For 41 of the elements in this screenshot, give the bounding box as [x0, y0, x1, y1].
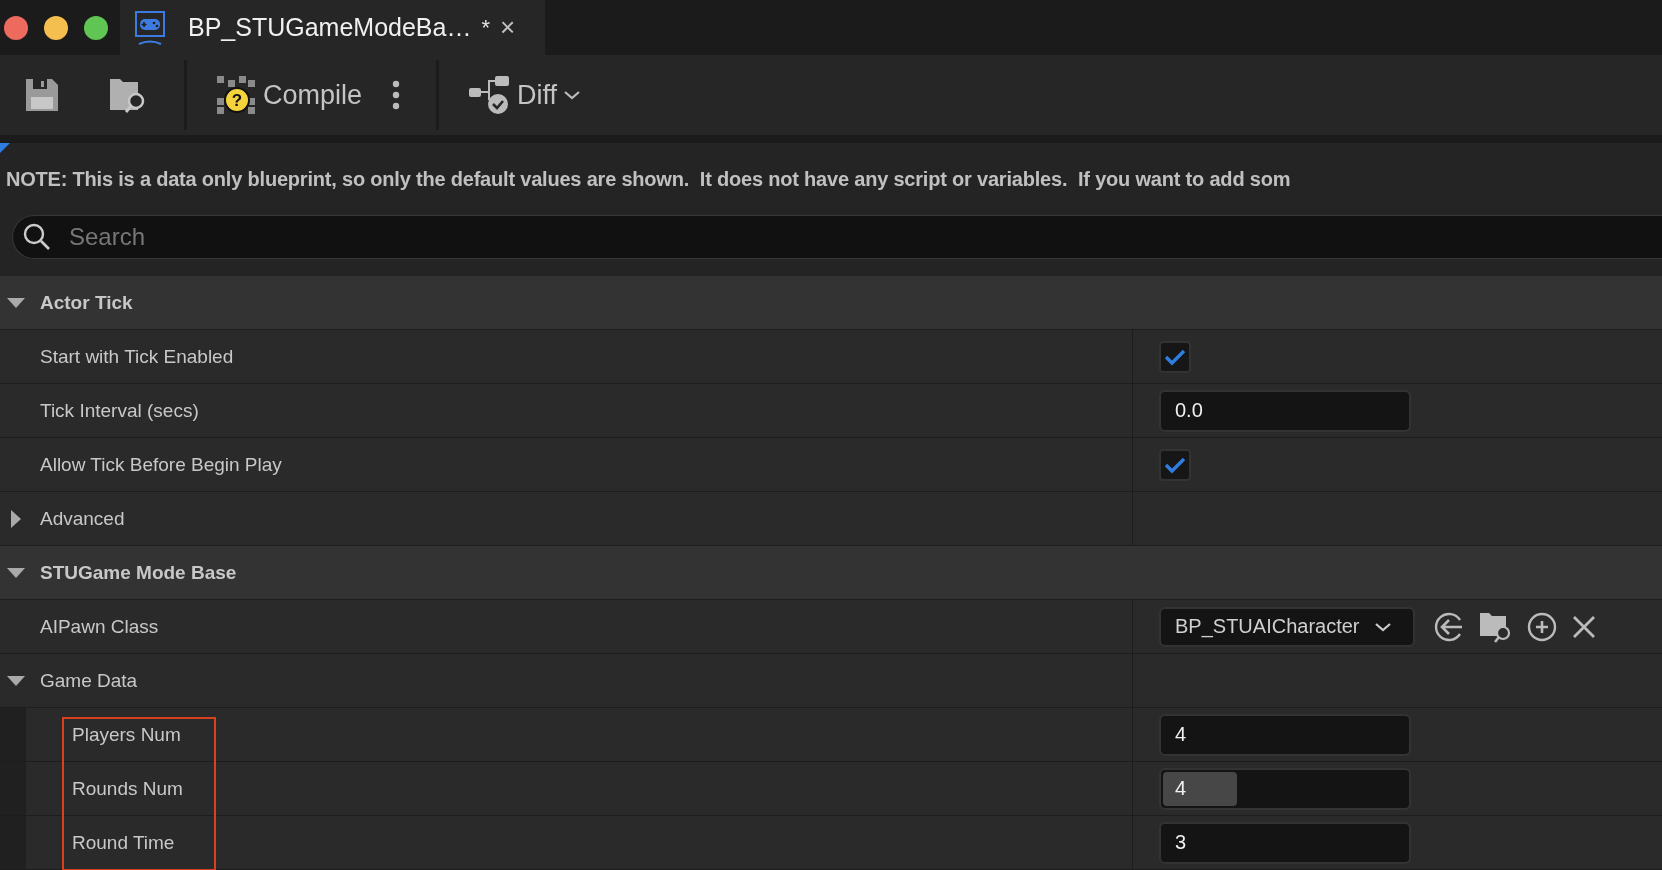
group-label: Advanced [40, 507, 125, 530]
compile-button[interactable]: ? Compile [215, 74, 363, 116]
checkmark-icon [1164, 347, 1186, 366]
clear-icon[interactable] [1571, 613, 1597, 640]
number-field[interactable]: 3 [1159, 821, 1411, 864]
property-label: Players Num [72, 723, 181, 746]
property-label: Tick Interval (secs) [40, 399, 199, 422]
search-icon [22, 222, 52, 252]
editor-tab[interactable]: BP_STUGameModeBa… * × [120, 0, 546, 55]
gamepad-icon [134, 9, 166, 46]
group-label: Game Data [40, 669, 138, 692]
zoom-window-button[interactable] [84, 15, 108, 40]
property-label: Allow Tick Before Begin Play [40, 453, 282, 476]
corner-marker-icon [0, 143, 10, 153]
checkbox[interactable] [1159, 448, 1191, 481]
class-dropdown[interactable]: BP_STUAICharacter [1159, 606, 1415, 647]
tab-title: BP_STUGameModeBa… [188, 13, 472, 42]
category-label: Actor Tick [40, 291, 133, 314]
property-label: Rounds Num [72, 777, 183, 800]
diff-icon [467, 74, 512, 116]
search-field[interactable]: Search [12, 215, 1662, 259]
category-label: STUGame Mode Base [40, 561, 237, 584]
number-field[interactable]: 4 [1159, 767, 1411, 810]
use-selected-icon[interactable] [1433, 610, 1465, 643]
close-window-button[interactable] [4, 15, 28, 40]
property-label: AIPawn Class [40, 615, 159, 638]
minimize-window-button[interactable] [44, 15, 68, 40]
add-icon[interactable] [1527, 611, 1557, 642]
caret-icon [1373, 620, 1392, 633]
number-field[interactable]: 4 [1159, 713, 1411, 756]
tab-close-button[interactable]: × [500, 12, 516, 43]
data-only-note: NOTE: This is a data only blueprint, so only the default values are shown. It does not have any script or variables. If you want to add som [5, 167, 1291, 191]
browse-icon[interactable] [1479, 610, 1513, 643]
number-field[interactable]: 0.0 [1159, 389, 1411, 432]
modified-mark: * [481, 14, 490, 41]
checkmark-icon [1164, 455, 1186, 474]
diff-button[interactable]: Diff [467, 74, 582, 116]
checkbox[interactable] [1159, 340, 1191, 373]
property-label: Round Time [72, 831, 175, 854]
property-label: Start with Tick Enabled [40, 345, 234, 368]
caret-icon [563, 89, 582, 101]
